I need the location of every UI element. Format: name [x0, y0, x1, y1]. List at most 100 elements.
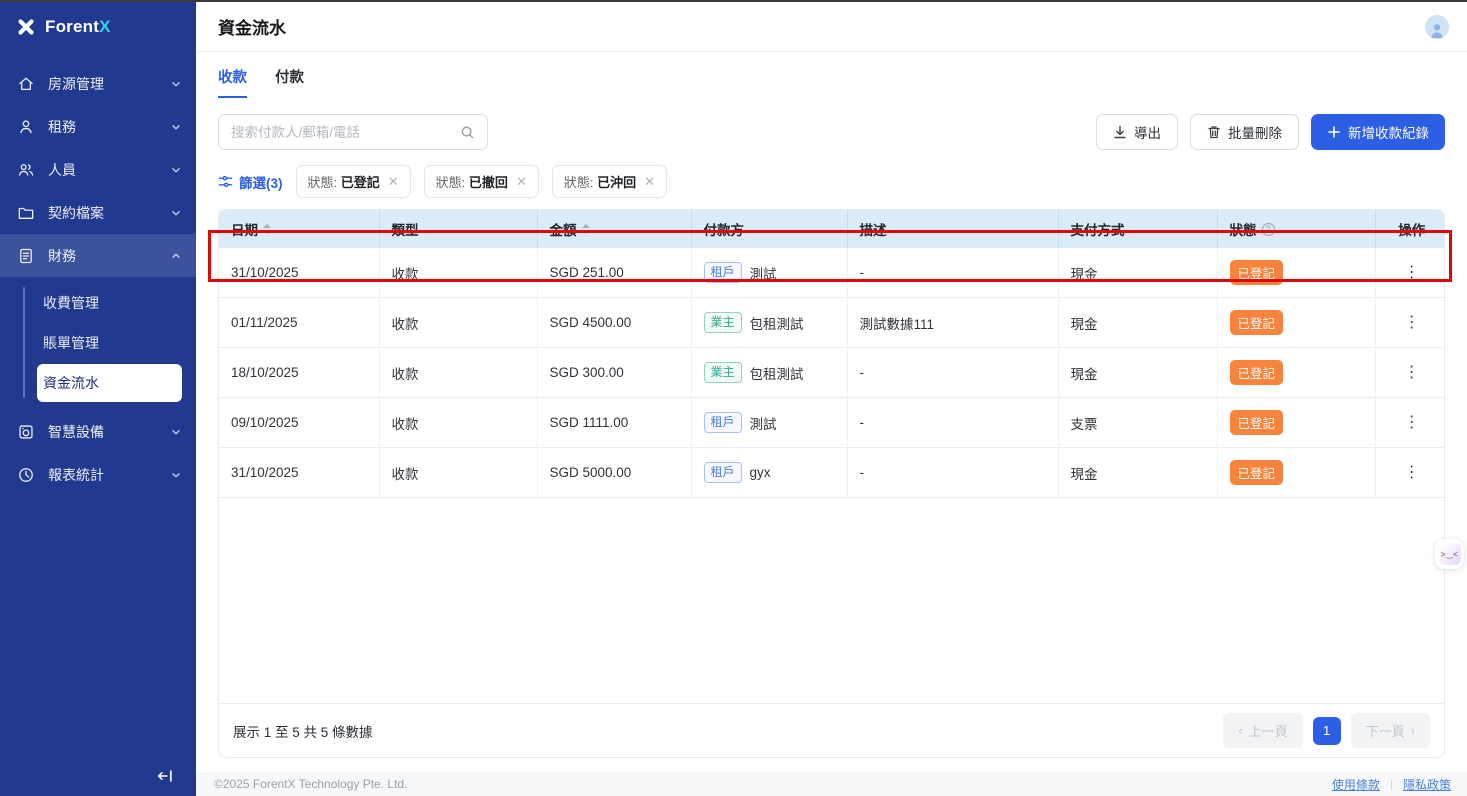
table-row[interactable]: 18/10/2025 收款 SGD 300.00 業主 包租測試 - 現金 已登記 ⋮ — [219, 347, 1444, 398]
row-menu-icon[interactable]: ⋮ — [1398, 463, 1426, 483]
help-icon[interactable]: ? — [1261, 222, 1275, 236]
column-label: 日期 — [231, 223, 258, 238]
filter-chip[interactable]: 狀態: 已登記 ✕ — [295, 165, 411, 198]
sidebar-item-label: 智慧設備 — [48, 423, 104, 440]
batch-delete-button[interactable]: 批量刪除 — [1190, 114, 1299, 150]
cell-actions: ⋮ — [1375, 447, 1444, 498]
sidebar-nav: 房源管理 租務 人員契約檔案財務收費管理 賬單管理 資金流水智慧設備報表統計 — [0, 52, 196, 496]
chip-close-icon[interactable]: ✕ — [388, 175, 399, 188]
cell-actions: ⋮ — [1375, 248, 1444, 298]
cell-date: 31/10/2025 — [219, 248, 380, 298]
payer-name: 包租測試 — [749, 316, 804, 332]
table-empty-space — [219, 498, 1444, 703]
search-icon[interactable] — [460, 125, 475, 140]
column-header-actions: 操作 — [1375, 210, 1444, 248]
page-header: 資金流水 — [196, 2, 1467, 52]
records-table: 日期 類型 金額 付款方 描述 支付方式 狀態? 操作 31/10/2025 收款 SGD 251… — [219, 210, 1444, 498]
column-header-date[interactable]: 日期 — [219, 210, 380, 248]
cell-method: 現金 — [1058, 297, 1218, 348]
export-button[interactable]: 導出 — [1096, 114, 1178, 150]
prev-page-button[interactable]: ‹ 上一頁 — [1223, 713, 1303, 748]
table-header-row: 日期 類型 金額 付款方 描述 支付方式 狀態? 操作 — [219, 210, 1444, 248]
sidebar-item-device[interactable]: 智慧設備 — [0, 410, 196, 453]
payer-name: gyx — [749, 465, 771, 480]
filter-chip[interactable]: 狀態: 已撤回 ✕ — [423, 165, 539, 198]
filter-button[interactable]: 篩選(3) — [218, 172, 283, 192]
column-header-amount[interactable]: 金額 — [537, 210, 692, 248]
cell-description: - — [847, 347, 1059, 398]
column-label: 付款方 — [703, 223, 745, 238]
payer-tag: 租戶 — [703, 412, 742, 433]
sidebar-item-users[interactable]: 人員 — [0, 148, 196, 191]
page-number-1[interactable]: 1 — [1312, 716, 1341, 745]
person-icon — [1431, 23, 1443, 38]
search-box — [218, 114, 488, 150]
row-menu-icon[interactable]: ⋮ — [1398, 363, 1426, 383]
cell-amount: SGD 251.00 — [537, 248, 692, 298]
sidebar-item-user[interactable]: 租務 — [0, 105, 196, 148]
status-badge: 已登記 — [1229, 260, 1284, 285]
cell-method: 現金 — [1058, 347, 1218, 398]
filter-chip[interactable]: 狀態: 已沖回 ✕ — [551, 165, 668, 198]
status-badge: 已登記 — [1229, 310, 1284, 335]
pagination-bar: 展示 1 至 5 共 5 條數據 ‹ 上一頁 1 下一頁 › — [219, 703, 1444, 757]
cell-method: 現金 — [1058, 248, 1218, 298]
search-input[interactable] — [231, 124, 452, 140]
column-header-payer: 付款方 — [691, 210, 848, 248]
records-table-card: 日期 類型 金額 付款方 描述 支付方式 狀態? 操作 31/10/2025 收款 SGD 251… — [218, 209, 1445, 758]
cell-payer: 租戶 gyx — [691, 447, 848, 498]
user-avatar[interactable] — [1425, 14, 1449, 39]
filter-chips: 狀態: 已登記 ✕ 狀態: 已撤回 ✕ 狀態: 已沖回 ✕ — [295, 165, 668, 198]
terms-link[interactable]: 使用條款 — [1332, 776, 1380, 793]
sidebar-item-home[interactable]: 房源管理 — [0, 62, 196, 105]
trash-icon — [1208, 126, 1220, 139]
status-badge: 已登記 — [1229, 460, 1284, 485]
sidebar-item-label: 契約檔案 — [48, 204, 104, 221]
sidebar-subitem[interactable]: 資金流水 — [37, 364, 182, 402]
sidebar-item-finance[interactable]: 財務 — [0, 234, 196, 277]
sort-icon[interactable] — [581, 224, 590, 234]
tab-receipts[interactable]: 收款 — [218, 66, 247, 98]
sidebar-collapse-icon[interactable] — [156, 768, 174, 784]
chip-value: 已撤回 — [468, 175, 508, 190]
pagination-summary: 展示 1 至 5 共 5 條數據 — [233, 724, 373, 740]
add-record-button[interactable]: 新增收款紀錄 — [1311, 114, 1445, 150]
row-menu-icon[interactable]: ⋮ — [1398, 313, 1426, 333]
sidebar-item-report[interactable]: 報表統計 — [0, 453, 196, 496]
cell-description: - — [847, 397, 1059, 448]
column-label: 支付方式 — [1070, 223, 1125, 238]
export-label: 導出 — [1134, 126, 1161, 141]
table-row[interactable]: 31/10/2025 收款 SGD 251.00 租戶 測試 - 現金 已登記 ⋮ — [219, 248, 1444, 298]
cell-payer: 業主 包租測試 — [691, 297, 848, 348]
row-menu-icon[interactable]: ⋮ — [1398, 263, 1426, 283]
chip-close-icon[interactable]: ✕ — [644, 175, 655, 188]
chip-field: 狀態: — [563, 175, 594, 190]
sort-icon[interactable] — [263, 224, 271, 234]
tab-payments[interactable]: 付款 — [275, 66, 304, 98]
cell-amount: SGD 5000.00 — [537, 447, 692, 498]
table-row[interactable]: 09/10/2025 收款 SGD 1111.00 租戶 測試 - 支票 已登記 ⋮ — [219, 397, 1444, 448]
sidebar-item-folder[interactable]: 契約檔案 — [0, 191, 196, 234]
chevron-down-icon — [170, 469, 182, 481]
chevron-right-icon: › — [1410, 723, 1415, 738]
toolbar: 導出 批量刪除 新增收款紀錄 — [196, 98, 1467, 150]
assistant-widget-button[interactable]: >‿< — [1435, 539, 1464, 569]
sidebar-subitem[interactable]: 賬單管理 — [37, 324, 182, 362]
column-header-status: 狀態? — [1217, 210, 1376, 248]
sidebar-subitem[interactable]: 收費管理 — [37, 284, 182, 322]
privacy-link[interactable]: 隱私政策 — [1403, 776, 1451, 793]
cell-date: 01/11/2025 — [219, 297, 380, 348]
row-menu-icon[interactable]: ⋮ — [1398, 413, 1426, 433]
filter-sliders-icon — [218, 175, 233, 188]
sidebar: ForentX 房源管理 租務 人員 契約檔案 財務 收費管理 賬單管理 資金流水 智慧設備 報表… — [0, 2, 196, 796]
chip-field: 狀態: — [435, 175, 466, 190]
chip-close-icon[interactable]: ✕ — [516, 175, 527, 188]
payer-tag: 業主 — [703, 362, 742, 383]
column-label: 類型 — [391, 223, 419, 238]
table-row[interactable]: 31/10/2025 收款 SGD 5000.00 租戶 gyx - 現金 已登記 ⋮ — [219, 447, 1444, 498]
plus-icon — [1328, 126, 1340, 138]
table-row[interactable]: 01/11/2025 收款 SGD 4500.00 業主 包租測試 測試數據111 現金 已登… — [219, 297, 1444, 348]
next-page-button[interactable]: 下一頁 › — [1350, 713, 1430, 748]
cell-actions: ⋮ — [1375, 347, 1444, 398]
cell-method: 支票 — [1058, 397, 1218, 448]
